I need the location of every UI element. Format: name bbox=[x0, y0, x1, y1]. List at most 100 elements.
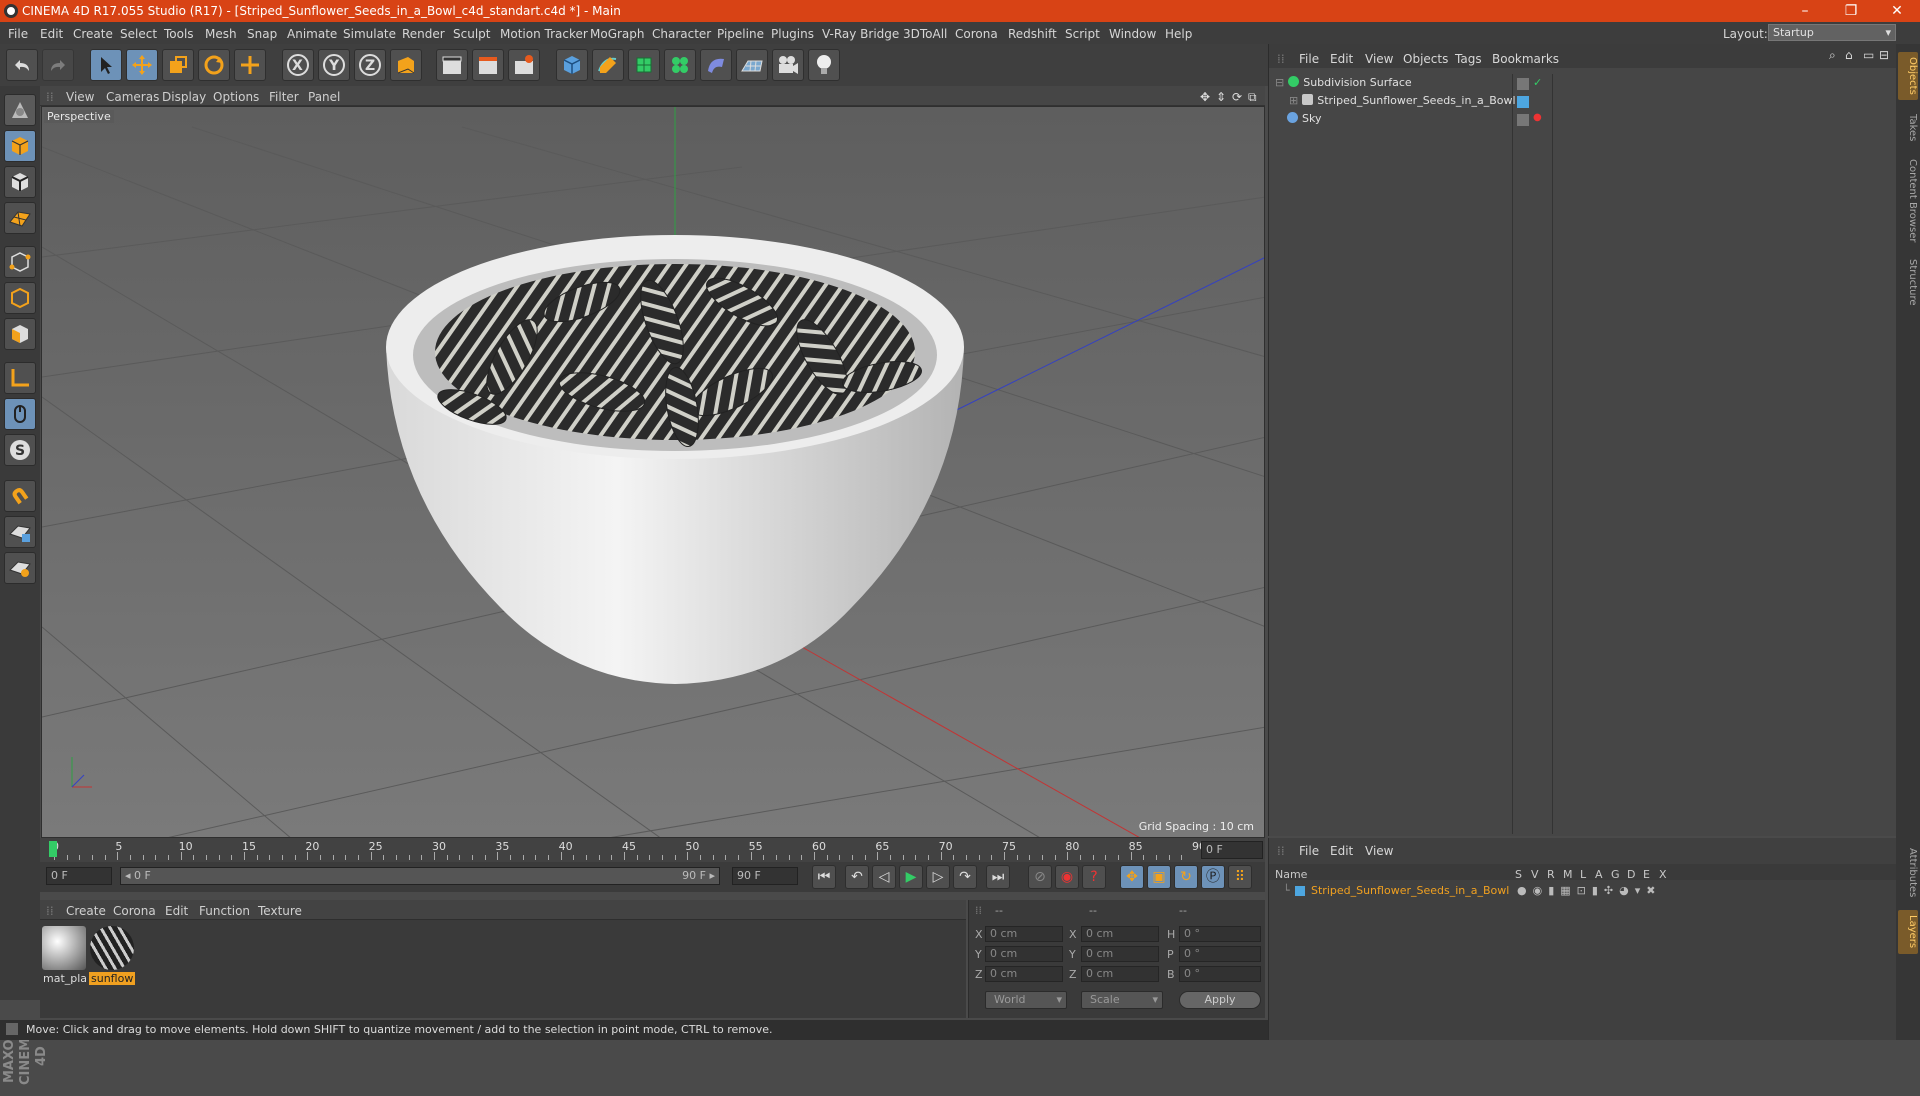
checkmark-icon[interactable]: ✓ bbox=[1533, 76, 1542, 89]
z-axis-lock[interactable]: Z bbox=[354, 49, 386, 81]
perspective-viewport[interactable]: Perspective Grid Spacing : 10 cm bbox=[41, 106, 1265, 838]
restore-button[interactable]: ❐ bbox=[1828, 0, 1874, 22]
menu-window[interactable]: Window bbox=[1109, 27, 1156, 41]
layer-col-s[interactable]: S bbox=[1515, 868, 1522, 881]
play-button[interactable]: ▶ bbox=[899, 865, 923, 889]
polygons-mode-button[interactable] bbox=[4, 318, 36, 350]
menu-corona[interactable]: Corona bbox=[955, 27, 998, 41]
layer-col-m[interactable]: M bbox=[1563, 868, 1573, 881]
rotation-b-field[interactable]: 0 ° bbox=[1179, 966, 1261, 982]
viewport-canvas[interactable] bbox=[42, 107, 1265, 838]
axis-mode-button[interactable] bbox=[4, 362, 36, 394]
menu-file[interactable]: File bbox=[8, 27, 28, 41]
apply-button[interactable]: Apply bbox=[1179, 991, 1261, 1009]
close-button[interactable]: ✕ bbox=[1874, 0, 1920, 22]
cloner-button[interactable] bbox=[664, 49, 696, 81]
viewport-menu-view[interactable]: View bbox=[66, 90, 94, 104]
layer-col-l[interactable]: L bbox=[1580, 868, 1586, 881]
coordinate-system-button[interactable] bbox=[390, 49, 422, 81]
visibility-dot-icon[interactable]: ● bbox=[1533, 112, 1542, 123]
size-mode-select[interactable]: Scale ▾ bbox=[1081, 991, 1163, 1009]
key-point-level-button[interactable]: ⠿ bbox=[1228, 865, 1252, 889]
collapse-icon[interactable]: ⊟ bbox=[1275, 76, 1284, 89]
material-menu-function[interactable]: Function bbox=[199, 904, 250, 918]
floor-button[interactable] bbox=[736, 49, 768, 81]
viewport-menu-panel[interactable]: Panel bbox=[308, 90, 340, 104]
move-tool[interactable] bbox=[126, 49, 158, 81]
search-icon[interactable]: ⌕ bbox=[1829, 48, 1836, 63]
cube-button[interactable] bbox=[556, 49, 588, 81]
subdivision-surface-button[interactable] bbox=[628, 49, 660, 81]
tab-content-browser[interactable]: Content Browser bbox=[1898, 156, 1918, 246]
material-label-sunflower[interactable]: sunflow bbox=[89, 972, 135, 985]
menu-vray-bridge[interactable]: V-Ray Bridge bbox=[822, 27, 899, 41]
key-parameter-button[interactable]: Ⓟ bbox=[1201, 865, 1225, 889]
object-row-seeds-bowl[interactable]: ⊞ Striped_Sunflower_Seeds_in_a_Bowl bbox=[1289, 94, 1516, 112]
tab-layers[interactable]: Layers bbox=[1898, 910, 1918, 954]
menu-plugins[interactable]: Plugins bbox=[771, 27, 814, 41]
render-view-button[interactable] bbox=[436, 49, 468, 81]
menu-sculpt[interactable]: Sculpt bbox=[453, 27, 490, 41]
pan-view-icon[interactable]: ✥ bbox=[1200, 90, 1210, 104]
layer-col-x[interactable]: X bbox=[1659, 868, 1667, 881]
position-x-field[interactable]: 0 cm bbox=[985, 926, 1063, 942]
object-menu-objects[interactable]: Objects bbox=[1403, 52, 1448, 66]
material-menu-corona[interactable]: Corona bbox=[113, 904, 156, 918]
coordinate-space-select[interactable]: World ▾ bbox=[985, 991, 1067, 1009]
layer-col-d[interactable]: D bbox=[1627, 868, 1635, 881]
deformer-button[interactable] bbox=[700, 49, 732, 81]
camera-button[interactable] bbox=[772, 49, 804, 81]
timeline-ruler[interactable]: 051015202530354045505560657075808590 0 F bbox=[40, 838, 1265, 862]
points-mode-button[interactable] bbox=[4, 246, 36, 278]
rotate-tool[interactable] bbox=[198, 49, 230, 81]
workplane-mode-button[interactable] bbox=[4, 202, 36, 234]
go-to-next-key-button[interactable]: ↷ bbox=[953, 865, 977, 889]
menu-create[interactable]: Create bbox=[73, 27, 113, 41]
next-frame-button[interactable]: ▷ bbox=[926, 865, 950, 889]
minimize-button[interactable]: – bbox=[1782, 0, 1828, 22]
layer-menu-file[interactable]: File bbox=[1299, 844, 1319, 858]
size-x-field[interactable]: 0 cm bbox=[1081, 926, 1159, 942]
object-row-sky[interactable]: Sky bbox=[1275, 112, 1321, 130]
render-to-picture-viewer-button[interactable] bbox=[472, 49, 504, 81]
maximize-view-icon[interactable]: ⧉ bbox=[1248, 90, 1257, 105]
tab-attributes[interactable]: Attributes bbox=[1898, 842, 1918, 904]
object-menu-tags[interactable]: Tags bbox=[1455, 52, 1482, 66]
layer-col-e[interactable]: E bbox=[1643, 868, 1650, 881]
position-y-field[interactable]: 0 cm bbox=[985, 946, 1063, 962]
material-menu-edit[interactable]: Edit bbox=[165, 904, 188, 918]
key-scale-button[interactable]: ▣ bbox=[1147, 865, 1171, 889]
end-frame-field[interactable]: 90 F bbox=[732, 867, 798, 885]
new-view-icon[interactable]: ▭ bbox=[1863, 48, 1874, 62]
menu-render[interactable]: Render bbox=[402, 27, 445, 41]
position-z-field[interactable]: 0 cm bbox=[985, 966, 1063, 982]
expand-icon[interactable]: ⊞ bbox=[1289, 94, 1298, 107]
size-z-field[interactable]: 0 cm bbox=[1081, 966, 1159, 982]
y-axis-lock[interactable]: Y bbox=[318, 49, 350, 81]
material-label-mat-pla[interactable]: mat_pla bbox=[41, 972, 87, 985]
live-selection-tool[interactable] bbox=[90, 49, 122, 81]
layer-col-g[interactable]: G bbox=[1611, 868, 1620, 881]
playhead[interactable] bbox=[49, 841, 57, 857]
current-frame-field[interactable]: 0 F bbox=[1201, 841, 1263, 859]
menu-animate[interactable]: Animate bbox=[287, 27, 337, 41]
tab-takes[interactable]: Takes bbox=[1898, 108, 1918, 148]
keyframe-selection-button[interactable]: ⊘ bbox=[1028, 865, 1052, 889]
viewport-menu-filter[interactable]: Filter bbox=[269, 90, 299, 104]
snap-button[interactable] bbox=[4, 480, 36, 512]
recent-tool[interactable] bbox=[234, 49, 266, 81]
menu-motion-tracker[interactable]: Motion Tracker bbox=[500, 27, 588, 41]
material-swatch-mat-pla[interactable] bbox=[42, 926, 86, 970]
layer-tag-icon[interactable] bbox=[1517, 78, 1529, 90]
camera-label[interactable]: Perspective bbox=[44, 110, 114, 123]
tweak-mode-button[interactable] bbox=[4, 398, 36, 430]
viewport-menu-display[interactable]: Display bbox=[162, 90, 206, 104]
redo-button[interactable] bbox=[42, 49, 74, 81]
pen-spline-button[interactable] bbox=[592, 49, 624, 81]
viewport-menu-cameras[interactable]: Cameras bbox=[106, 90, 159, 104]
solo-button[interactable]: S bbox=[4, 434, 36, 466]
go-to-start-button[interactable]: ⏮ bbox=[812, 865, 836, 889]
layer-flags[interactable]: ●◉▮▦⊡▮✣◕▾✖ bbox=[1517, 884, 1661, 897]
workplane-snap-button[interactable] bbox=[4, 552, 36, 584]
layer-col-a[interactable]: A bbox=[1595, 868, 1603, 881]
